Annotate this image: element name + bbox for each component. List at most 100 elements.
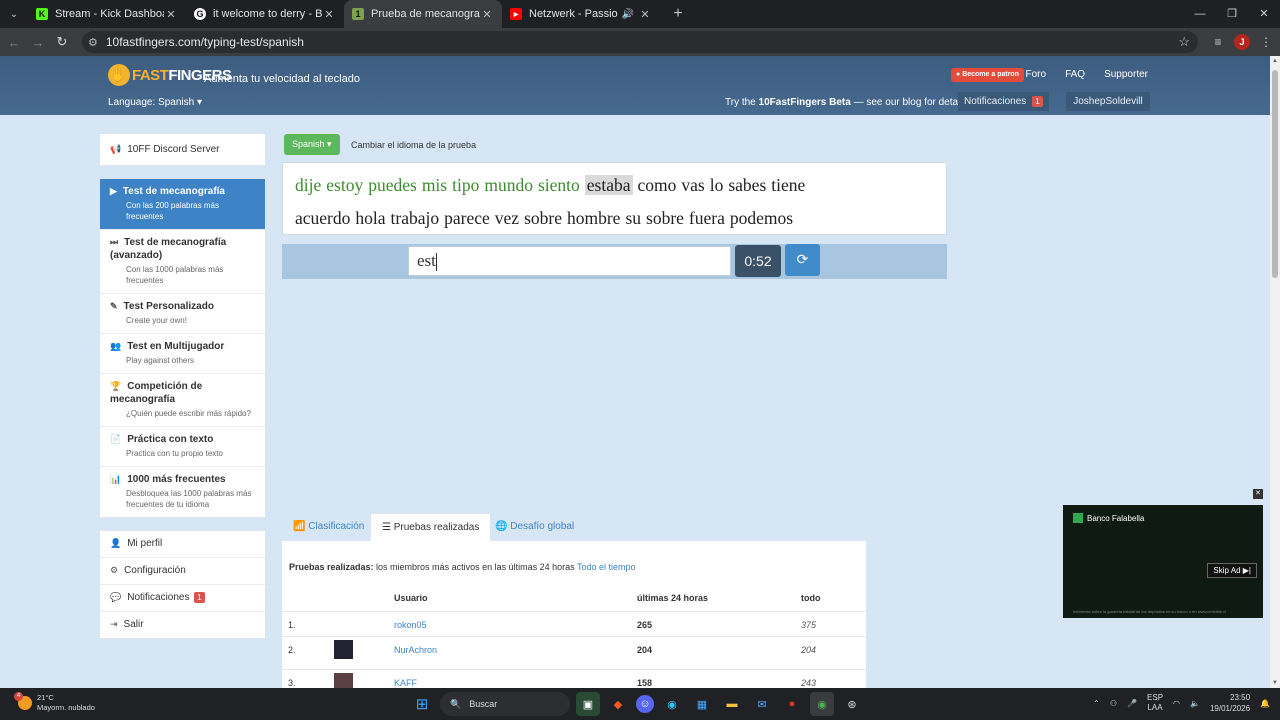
sidebar-item-notifications[interactable]: 💬 Notificaciones 1 xyxy=(100,584,265,611)
volume-icon[interactable]: 🔈 xyxy=(1190,699,1200,708)
tagline: Aumenta tu velocidad al teclado xyxy=(204,73,360,85)
sidebar-item-top-1000[interactable]: 📊 1000 más frecuentes Desbloquea las 1000… xyxy=(100,466,265,517)
scroll-down-icon[interactable]: ▼ xyxy=(1270,680,1280,686)
app-red-icon[interactable]: ● xyxy=(780,692,804,716)
windows-start-icon[interactable]: ⊞ xyxy=(410,692,434,716)
close-tab-icon[interactable]: ✕ xyxy=(322,8,336,21)
sidebar-item-competition[interactable]: 🏆 Competición de mecanografía ¿Quién pued… xyxy=(100,373,265,426)
mic-icon[interactable]: 🎤 xyxy=(1127,699,1137,708)
mail-icon[interactable]: ✉ xyxy=(750,692,774,716)
tab-global-challenge[interactable]: 🌐 Desafío global xyxy=(484,513,585,543)
video-ad[interactable]: Banco Falabella Skip Ad ▶| Infórmese sob… xyxy=(1063,505,1263,618)
obs-icon[interactable]: ⊛ xyxy=(840,692,864,716)
word: podemos xyxy=(729,208,794,228)
chrome-icon[interactable]: ◉ xyxy=(810,692,834,716)
forward-icon[interactable]: → xyxy=(26,35,50,50)
new-tab-button[interactable]: + xyxy=(666,5,690,23)
close-tab-icon[interactable]: ✕ xyxy=(638,8,652,21)
scroll-up-icon[interactable]: ▲ xyxy=(1270,58,1280,64)
sidebar-item-typing-test[interactable]: ▶ Test de mecanografía Con las 200 palabr… xyxy=(100,179,265,229)
sidebar-item-settings[interactable]: ⚙ Configuración xyxy=(100,557,265,584)
nav-faq[interactable]: FAQ xyxy=(1065,69,1085,80)
language-dropdown[interactable]: Language: Spanish ▾ xyxy=(108,97,202,108)
scroll-thumb[interactable] xyxy=(1272,70,1278,278)
close-window-icon[interactable]: ✕ xyxy=(1248,0,1280,28)
profile-avatar[interactable]: J xyxy=(1234,34,1250,50)
discord-icon[interactable]: ☺ xyxy=(636,695,654,713)
language-button[interactable]: Spanish ▾ xyxy=(284,134,340,155)
menu-dots-icon[interactable]: ⋮ xyxy=(1258,35,1274,49)
tab-search-icon[interactable]: ⌄ xyxy=(0,0,28,28)
bookmark-star-icon[interactable]: ☆ xyxy=(1178,34,1190,50)
user-link[interactable]: rokon05 xyxy=(394,620,427,630)
notifications-bell-icon[interactable]: 🔔 xyxy=(1260,699,1270,708)
sidebar-item-logout[interactable]: ⇥ Salir xyxy=(100,611,265,638)
reload-icon[interactable]: ↻ xyxy=(50,34,74,50)
user-menu[interactable]: JoshepSoldevill xyxy=(1066,92,1150,111)
google-favicon-icon: G xyxy=(194,8,206,20)
word-line-1: dije estoy puedes mis tipo mundo siento estaba c… xyxy=(295,169,934,202)
change-language-label: Cambiar el idioma de la prueba xyxy=(351,140,477,150)
browser-toolbar: ← → ↻ ⚙ 10fastfingers.com/typing-test/sp… xyxy=(0,28,1280,56)
brave-icon[interactable]: ◆ xyxy=(606,692,630,716)
weather-widget[interactable]: 4 21°C Mayorm. nublado xyxy=(14,692,95,713)
ad-close-button[interactable]: ✕ xyxy=(1253,489,1263,499)
sidebar-item-multiplayer[interactable]: 👥 Test en Multijugador Play against other… xyxy=(100,333,265,373)
word: como xyxy=(637,175,677,195)
ranking-intro: Pruebas realizadas: los miembros más act… xyxy=(289,562,636,572)
nav-supporter[interactable]: Supporter xyxy=(1104,69,1148,80)
beta-note[interactable]: Try the 10FastFingers Beta — see our blo… xyxy=(725,97,968,108)
folder-icon[interactable]: ▬ xyxy=(720,692,744,716)
back-icon[interactable]: ← xyxy=(2,35,26,50)
browser-tab-10fastfingers[interactable]: 1 Prueba de mecanografía Spanis ✕ xyxy=(344,0,502,28)
site-info-icon[interactable]: ⚙ xyxy=(88,36,98,49)
weather-icon: 4 xyxy=(14,692,32,710)
table-row: 2. NurAchron 204 204 xyxy=(282,636,866,661)
alert-badge: 4 xyxy=(14,692,23,701)
extensions-icon[interactable]: ≡ xyxy=(1210,35,1226,49)
close-tab-icon[interactable]: ✕ xyxy=(164,8,178,21)
browser-tab-youtube[interactable]: ▶ Netzwerk - Passion (Extende 🔊 ✕ xyxy=(502,0,660,28)
tray-chevron-icon[interactable]: ⌃ xyxy=(1093,699,1100,708)
word-line-2: acuerdo hola trabajo parece vez sobre hombre su… xyxy=(295,202,934,235)
tab-tests-done[interactable]: ☰ Pruebas realizadas xyxy=(370,513,492,543)
taskbar-search[interactable]: 🔍 Buscar xyxy=(440,692,570,716)
all-time-link[interactable]: Todo el tiempo xyxy=(577,562,636,572)
skip-ad-button[interactable]: Skip Ad ▶| xyxy=(1207,563,1257,578)
sidebar-item-text-practice[interactable]: 📄 Práctica con texto Practica con tu prop… xyxy=(100,426,265,466)
edge-icon[interactable]: ◉ xyxy=(660,692,684,716)
nav-foro[interactable]: Foro xyxy=(1026,69,1047,80)
notifications-link[interactable]: Notificaciones 1 xyxy=(958,92,1049,111)
input-language[interactable]: ESP LAA xyxy=(1147,693,1163,713)
typed-word: dije xyxy=(295,175,322,195)
refresh-icon: ⟳ xyxy=(796,251,809,267)
user-link[interactable]: KAFF xyxy=(394,678,417,688)
speaker-icon[interactable]: 🔊 xyxy=(622,9,634,20)
address-bar[interactable]: ⚙ 10fastfingers.com/typing-test/spanish … xyxy=(82,31,1198,53)
user-link[interactable]: NurAchron xyxy=(394,645,437,655)
page-scrollbar[interactable]: ▲ ▼ xyxy=(1270,56,1280,688)
minimize-icon[interactable]: — xyxy=(1184,0,1216,28)
patron-button[interactable]: ● Become a patron xyxy=(951,68,1024,82)
typing-input[interactable]: est xyxy=(408,246,731,276)
ad-fine-print: Infórmese sobre la garantía estatal de l… xyxy=(1073,609,1226,614)
maximize-icon[interactable]: ❐ xyxy=(1216,0,1248,28)
network-icon[interactable]: ⚇ xyxy=(1110,699,1117,708)
word: parece xyxy=(444,208,490,228)
browser-tab-kick[interactable]: K Stream - Kick Dashboard ✕ xyxy=(28,0,186,28)
store-icon[interactable]: ▦ xyxy=(690,692,714,716)
tab-ranking[interactable]: 📶 Clasificación xyxy=(282,513,375,543)
browser-tab-google[interactable]: G it welcome to derry - Buscar co ✕ xyxy=(186,0,344,28)
sidebar-item-custom-test[interactable]: ✎ Test Personalizado Create your own! xyxy=(100,293,265,333)
typed-word: puedes xyxy=(368,175,417,195)
wifi-icon[interactable]: ◠ xyxy=(1173,699,1180,708)
restart-button[interactable]: ⟳ xyxy=(785,244,820,276)
sidebar-discord[interactable]: 📢 10FF Discord Server xyxy=(100,134,265,165)
clock[interactable]: 23:50 19/01/2026 xyxy=(1210,692,1250,714)
timer: 0:52 xyxy=(735,245,781,277)
widgets-icon[interactable]: ▣ xyxy=(576,692,600,716)
fast-forward-icon: ⏭ xyxy=(110,237,119,247)
sidebar-item-profile[interactable]: 👤 Mi perfil xyxy=(100,531,265,557)
close-tab-icon[interactable]: ✕ xyxy=(480,8,494,21)
sidebar-item-advanced-test[interactable]: ⏭ Test de mecanografía (avanzado) Con las… xyxy=(100,229,265,293)
